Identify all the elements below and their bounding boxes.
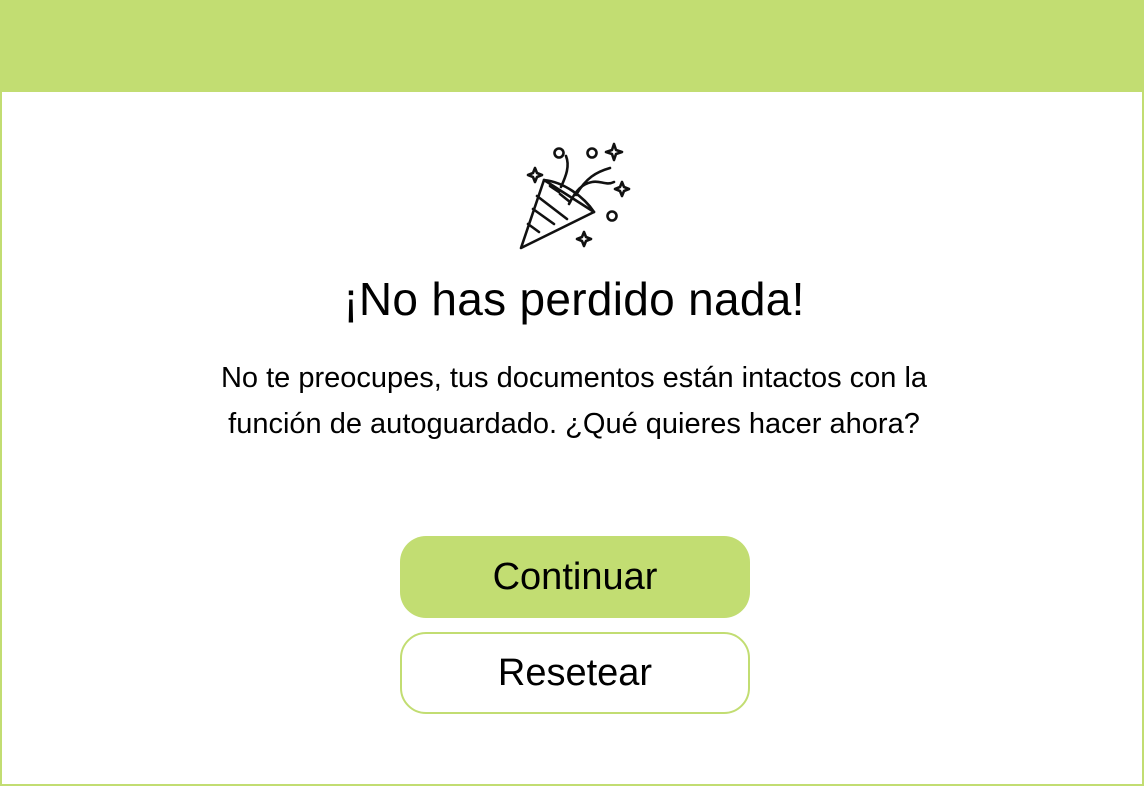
dialog-message: No te preocupes, tus documentos están in…: [220, 362, 928, 440]
continue-button[interactable]: Continuar: [400, 536, 750, 618]
party-popper-icon: [514, 142, 634, 254]
dialog-title: ¡No has perdido nada!: [343, 273, 805, 325]
reset-button[interactable]: Resetear: [400, 632, 750, 714]
dialog-window: ¡No has perdido nada! No te preocupes, t…: [0, 0, 1144, 786]
header-bar: [0, 0, 1144, 92]
